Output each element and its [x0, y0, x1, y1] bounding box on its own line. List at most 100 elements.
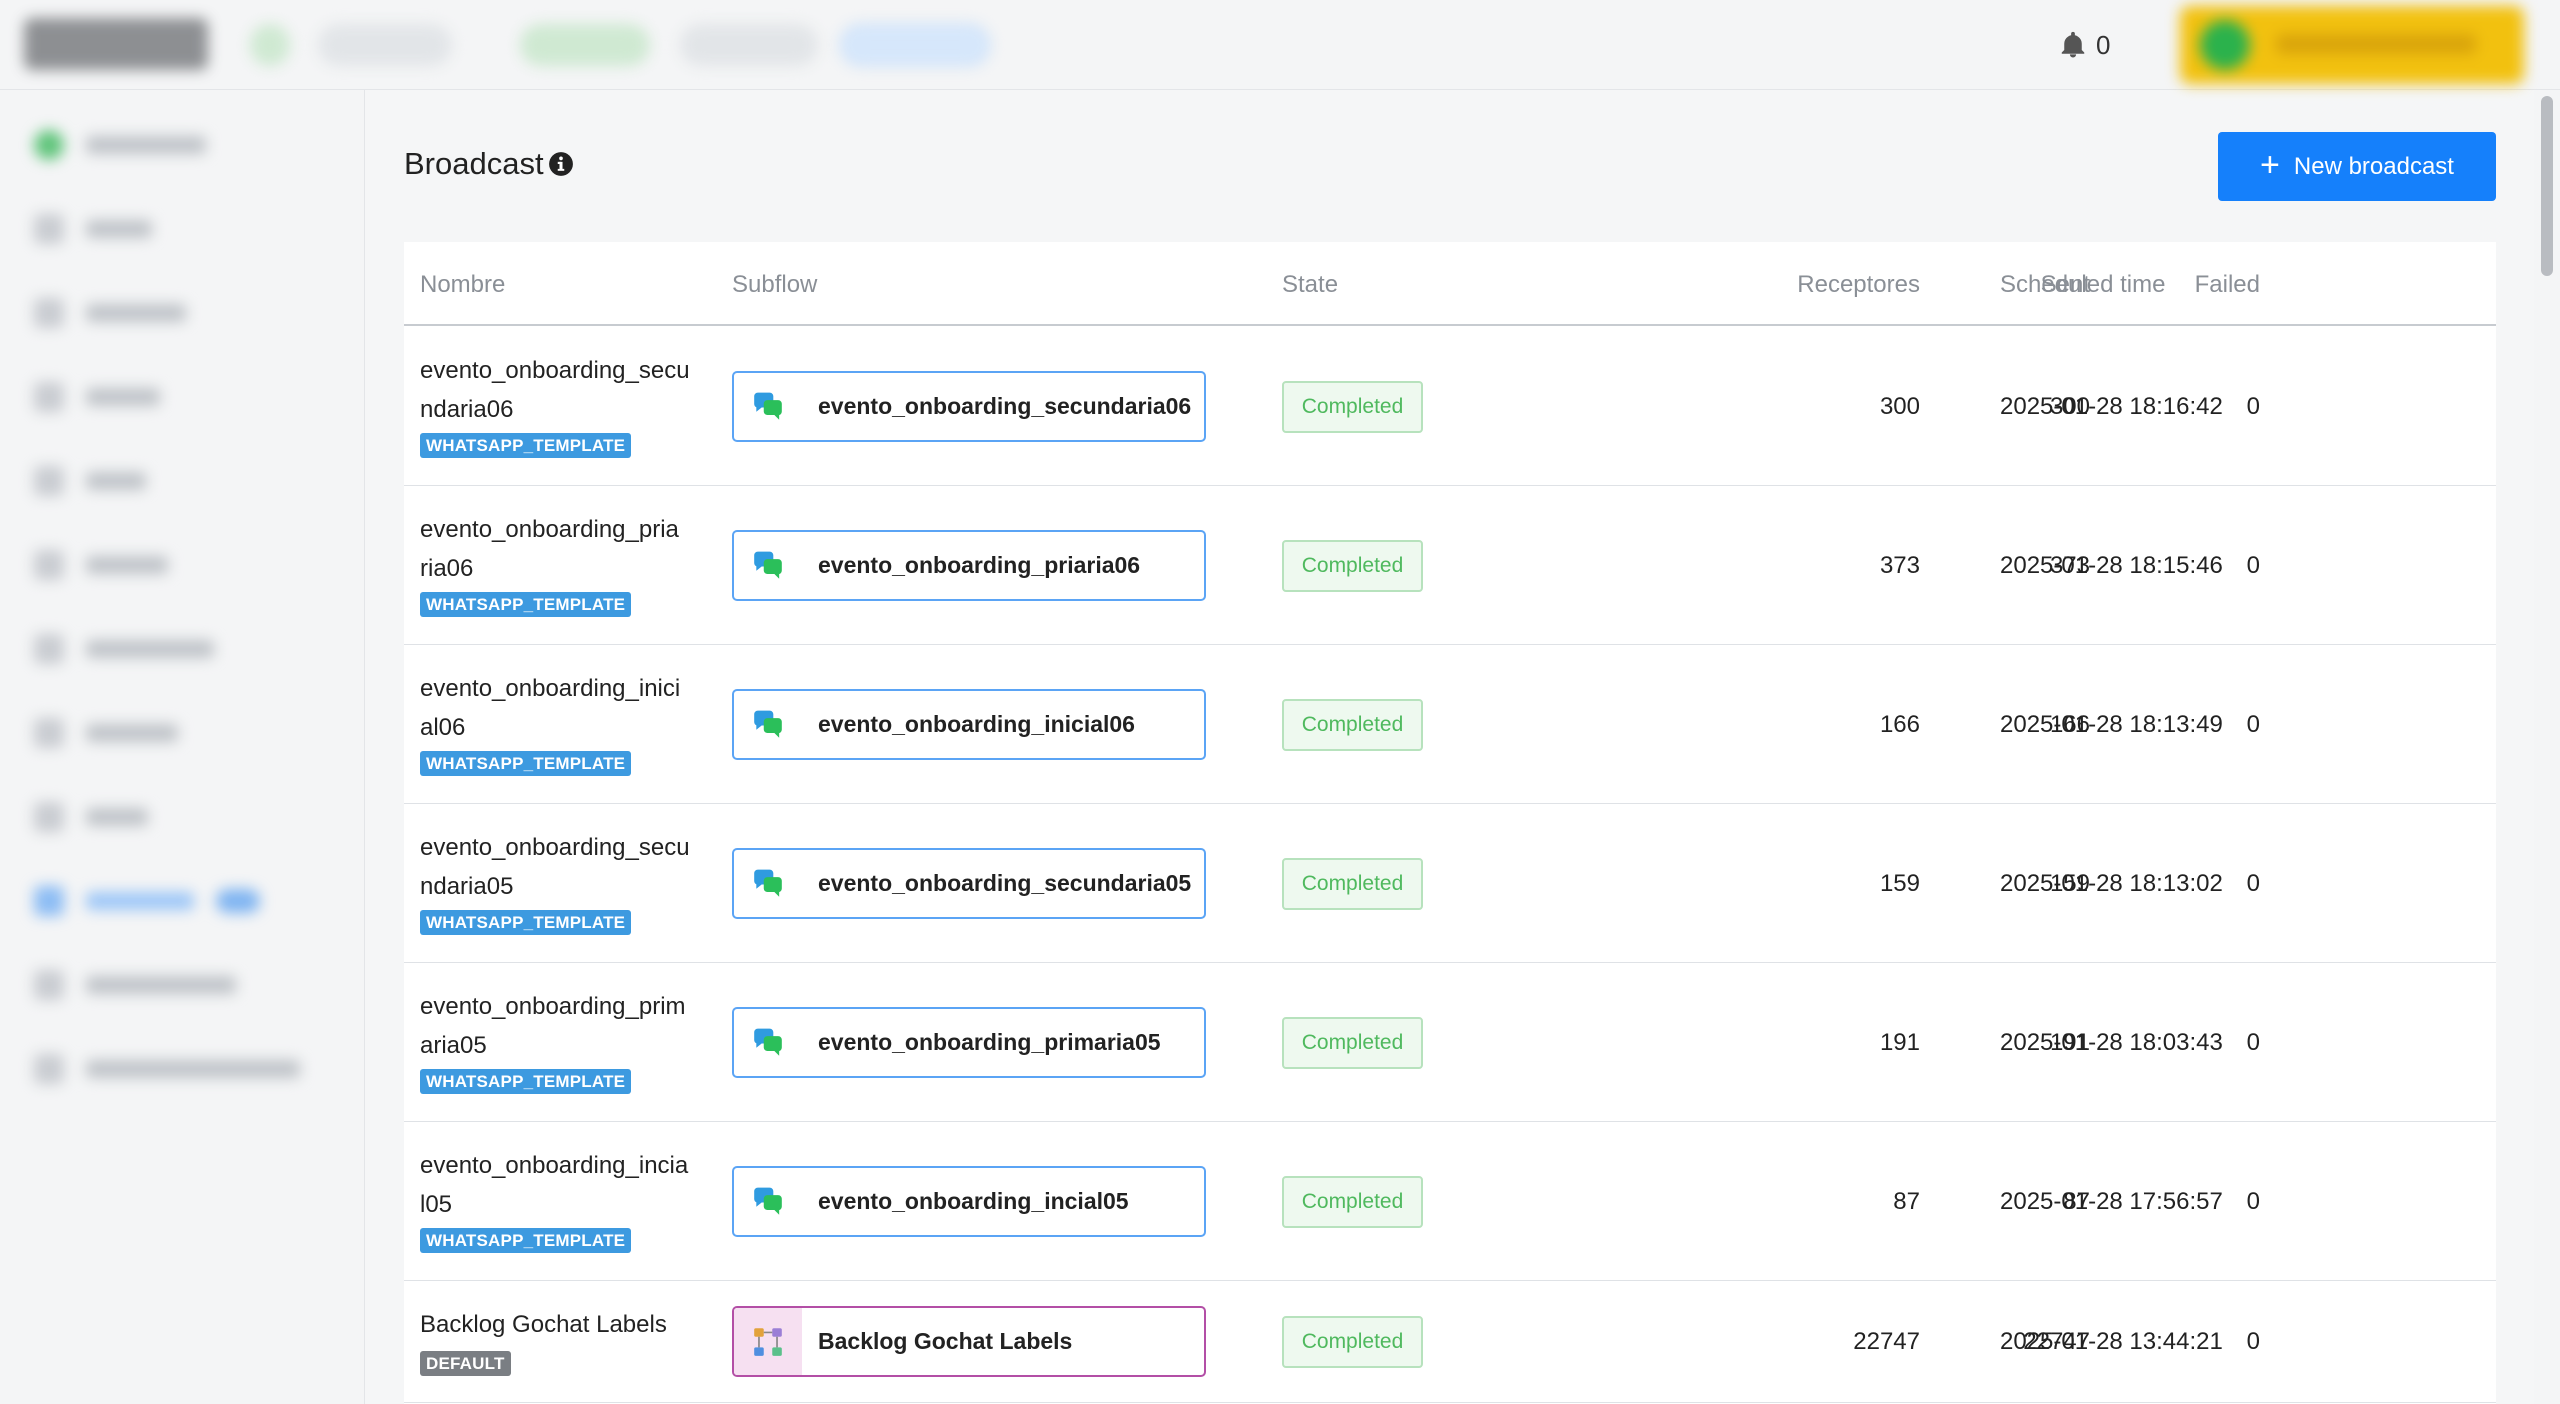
- template-type-badge: WHATSAPP_TEMPLATE: [420, 910, 632, 935]
- status-dot-icon[interactable]: [250, 24, 290, 66]
- top-nav-chip[interactable]: [520, 24, 650, 66]
- state-badge: Completed: [1282, 1176, 1423, 1228]
- broadcast-name[interactable]: evento_onboarding_secu ndaria05: [420, 828, 710, 906]
- new-broadcast-button[interactable]: + New broadcast: [2218, 132, 2496, 201]
- subflow-label: evento_onboarding_priaria06: [818, 552, 1141, 578]
- broadcast-name-line: evento_onboarding_incia: [420, 1152, 689, 1179]
- sidebar-item-label: [86, 892, 194, 910]
- table-row[interactable]: Backlog Gochat Labels DEFAULT Backlog Goch…: [404, 1281, 2496, 1403]
- sidebar-item[interactable]: [34, 380, 160, 414]
- receptores-value: 22747: [1853, 1328, 1920, 1355]
- sidebar-item-label: [86, 388, 160, 406]
- sidebar-item[interactable]: [34, 296, 186, 330]
- broadcast-name-line: l05: [420, 1191, 453, 1218]
- plus-icon: +: [2260, 145, 2280, 184]
- sidebar-item[interactable]: [34, 464, 146, 498]
- menu-icon: [34, 382, 64, 412]
- scrollbar-track[interactable]: [2534, 90, 2560, 1404]
- column-header-name[interactable]: Nombre: [420, 271, 505, 299]
- notifications[interactable]: 0: [2058, 26, 2122, 64]
- state-badge: Completed: [1282, 381, 1423, 433]
- broadcast-name[interactable]: evento_onboarding_prim aria05: [420, 987, 710, 1065]
- menu-icon: [34, 1054, 64, 1084]
- template-type-badge: WHATSAPP_TEMPLATE: [420, 1069, 632, 1094]
- table-row[interactable]: evento_onboarding_incia l05 WHATSAPP_TEMPL…: [404, 1122, 2496, 1281]
- sidebar-item[interactable]: [34, 716, 178, 750]
- menu-icon: [34, 718, 64, 748]
- notification-count: 0: [2096, 29, 2111, 60]
- sidebar-item[interactable]: [34, 212, 152, 246]
- menu-icon: [34, 802, 64, 832]
- subflow-label: evento_onboarding_secundaria06: [818, 393, 1192, 419]
- broadcast-name-line: aria05: [420, 1032, 487, 1059]
- receptores-value: 166: [1879, 711, 1920, 738]
- scheduled-time: 2025-01-28 18:03:43: [2000, 1029, 2223, 1056]
- broadcast-name-line: ndaria06: [420, 396, 514, 423]
- scrollbar-thumb[interactable]: [2541, 96, 2553, 276]
- template-type-badge: WHATSAPP_TEMPLATE: [420, 751, 632, 776]
- info-icon[interactable]: [548, 151, 574, 177]
- broadcast-name[interactable]: evento_onboarding_inici al06: [420, 669, 710, 747]
- scheduled-time: 2025-01-28 18:13:49: [2000, 711, 2223, 738]
- user-menu[interactable]: [2180, 6, 2524, 84]
- broadcast-name[interactable]: evento_onboarding_secu ndaria06: [420, 351, 710, 429]
- top-nav-chip-active[interactable]: [840, 24, 990, 66]
- table-row[interactable]: evento_onboarding_secu ndaria06 WHATSAPP_T…: [404, 327, 2496, 486]
- whatsapp-chat-icon: [734, 532, 802, 599]
- flow-diagram-icon: [734, 1308, 802, 1375]
- whatsapp-chat-icon: [734, 691, 802, 758]
- sidebar-item[interactable]: [34, 1052, 300, 1086]
- broadcast-name[interactable]: evento_onboarding_incia l05: [420, 1146, 710, 1224]
- broadcast-name-line: ria06: [420, 555, 474, 582]
- subflow-label: evento_onboarding_secundaria05: [818, 870, 1192, 896]
- table-row[interactable]: evento_onboarding_prim aria05 WHATSAPP_TEM…: [404, 963, 2496, 1122]
- subflow-link[interactable]: evento_onboarding_incial05: [732, 1166, 1206, 1237]
- broadcast-name-line: evento_onboarding_secu: [420, 357, 690, 384]
- subflow-label: evento_onboarding_inicial06: [818, 711, 1135, 737]
- top-nav-chip[interactable]: [680, 24, 818, 66]
- column-header-subflow[interactable]: Subflow: [732, 271, 817, 299]
- column-header-state[interactable]: State: [1282, 271, 1338, 299]
- sidebar-item[interactable]: [34, 128, 206, 162]
- menu-icon: [34, 634, 64, 664]
- subflow-link[interactable]: evento_onboarding_secundaria05: [732, 848, 1206, 919]
- sidebar-item-label: [86, 556, 168, 574]
- subflow-link[interactable]: Backlog Gochat Labels: [732, 1306, 1206, 1377]
- scheduled-time: 2025-01-28 18:15:46: [2000, 552, 2223, 579]
- subflow-link[interactable]: evento_onboarding_priaria06: [732, 530, 1206, 601]
- sidebar-item-label: [86, 1060, 300, 1078]
- count-badge: [216, 889, 260, 913]
- top-nav-chip[interactable]: [318, 24, 452, 66]
- column-header-scheduled[interactable]: Scheduled time: [2000, 271, 2165, 299]
- new-broadcast-label: New broadcast: [2293, 152, 2454, 180]
- subflow-label: evento_onboarding_incial05: [818, 1188, 1129, 1214]
- page-title-text: Broadcast: [404, 146, 544, 181]
- sidebar-item[interactable]: [34, 968, 236, 1002]
- top-bar: 0: [0, 0, 2560, 90]
- table-row[interactable]: evento_onboarding_pria ria06 WHATSAPP_TEMP…: [404, 486, 2496, 645]
- sidebar-item[interactable]: [34, 632, 214, 666]
- whatsapp-chat-icon: [734, 1009, 802, 1076]
- subflow-link[interactable]: evento_onboarding_inicial06: [732, 689, 1206, 760]
- scheduled-time: 2025-01-28 17:56:57: [2000, 1188, 2223, 1215]
- sidebar-item-broadcast[interactable]: [34, 884, 260, 918]
- subflow-link[interactable]: evento_onboarding_secundaria06: [732, 371, 1206, 442]
- table-row[interactable]: evento_onboarding_inici al06 WHATSAPP_TEMP…: [404, 645, 2496, 804]
- sidebar-item[interactable]: [34, 548, 168, 582]
- subflow-label: evento_onboarding_primaria05: [818, 1029, 1161, 1055]
- state-badge: Completed: [1282, 540, 1423, 592]
- sidebar-item[interactable]: [34, 800, 148, 834]
- broadcast-name[interactable]: Backlog Gochat Labels: [420, 1305, 710, 1344]
- subflow-link[interactable]: evento_onboarding_primaria05: [732, 1007, 1206, 1078]
- receptores-value: 191: [1879, 1029, 1920, 1056]
- sidebar-item-label: [86, 724, 178, 742]
- template-type-badge: WHATSAPP_TEMPLATE: [420, 1228, 632, 1253]
- column-header-receptores[interactable]: Receptores: [1724, 271, 1920, 299]
- subflow-label: Backlog Gochat Labels: [818, 1328, 1073, 1354]
- table-row[interactable]: evento_onboarding_secu ndaria05 WHATSAPP_T…: [404, 804, 2496, 963]
- sidebar-item-label: [86, 976, 236, 994]
- template-type-badge: DEFAULT: [420, 1351, 511, 1376]
- whatsapp-chat-icon: [734, 850, 802, 917]
- sidebar-item-label: [86, 808, 148, 826]
- broadcast-name[interactable]: evento_onboarding_pria ria06: [420, 510, 710, 588]
